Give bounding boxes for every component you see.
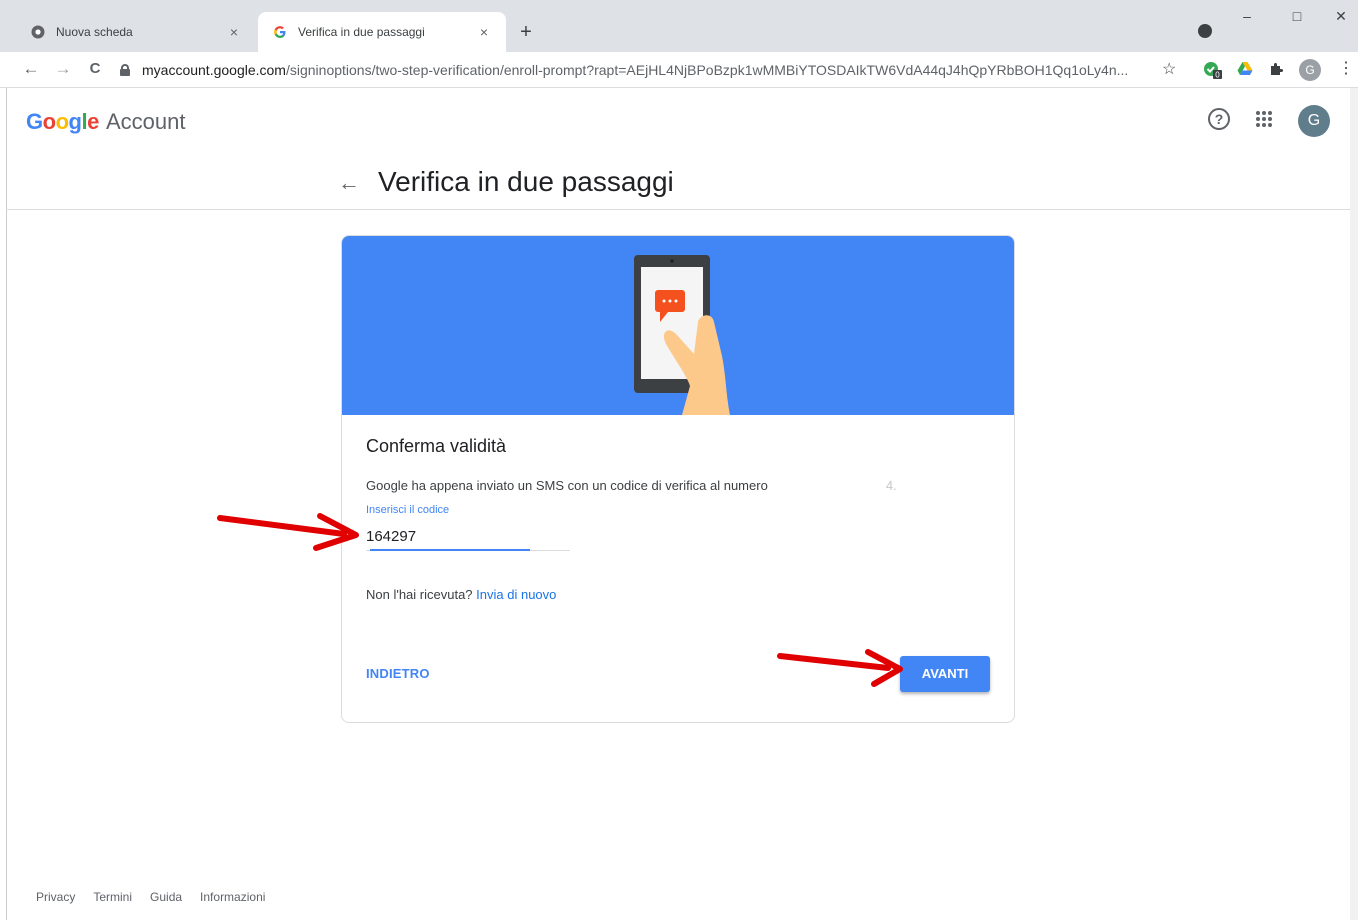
forward-nav-button[interactable]: → <box>52 59 74 79</box>
logo-letter: o <box>42 109 56 134</box>
new-tab-button[interactable]: + <box>514 20 538 44</box>
browser-chrome: Nuova scheda × Verifica in due passaggi … <box>0 0 1358 88</box>
logo-letter: o <box>55 109 69 134</box>
back-button[interactable]: INDIETRO <box>366 666 430 681</box>
logo-letter: e <box>87 109 99 134</box>
google-account-header: Google Account ? G <box>6 88 1350 152</box>
verification-code-input[interactable] <box>366 523 570 549</box>
tab-close-icon[interactable]: × <box>226 24 242 40</box>
footer: Privacy Termini Guida Informazioni <box>36 890 265 904</box>
url-path: /signinoptions/two-step-verification/enr… <box>285 62 1129 78</box>
help-icon[interactable]: ? <box>1208 108 1230 130</box>
resend-prefix: Non l'hai ricevuta? <box>366 587 473 602</box>
address-bar[interactable]: myaccount.google.com /signinoptions/two-… <box>120 56 1192 84</box>
description-tail: 4. <box>885 478 897 493</box>
description-text: Google ha appena inviato un SMS con un c… <box>366 478 768 493</box>
next-button[interactable]: AVANTI <box>900 656 990 692</box>
footer-link-info[interactable]: Informazioni <box>200 890 265 904</box>
code-field-label: Inserisci il codice <box>366 504 450 516</box>
extension-shield-icon[interactable]: 0 <box>1203 61 1222 80</box>
card-body: Conferma validità Google ha appena invia… <box>366 436 986 602</box>
tab-new-tab[interactable]: Nuova scheda × <box>16 12 256 52</box>
tab-strip: Nuova scheda × Verifica in due passaggi … <box>0 0 1358 52</box>
page-content: Google Account ? G ← Verifica in due pas… <box>6 88 1350 920</box>
verification-card: Conferma validità Google ha appena invia… <box>341 235 1015 723</box>
card-title: Conferma validità <box>366 436 507 456</box>
page-header: ← Verifica in due passaggi <box>6 152 1350 210</box>
resend-link[interactable]: Invia di nuovo <box>476 587 556 602</box>
redacted-phone-number <box>776 481 886 493</box>
close-window-button[interactable]: ✕ <box>1326 8 1356 25</box>
lock-icon <box>120 64 130 76</box>
back-arrow-icon[interactable]: ← <box>338 170 360 196</box>
extension-badge: 0 <box>1215 71 1220 80</box>
tab-title: Verifica in due passaggi <box>298 25 425 39</box>
account-avatar[interactable]: G <box>1298 105 1330 137</box>
browser-toolbar: ← → C myaccount.google.com /signinoption… <box>0 52 1358 88</box>
tab-title: Nuova scheda <box>56 25 133 39</box>
bookmark-star-icon[interactable]: ☆ <box>1162 59 1176 79</box>
account-label: Account <box>106 109 186 134</box>
media-icon[interactable] <box>1198 24 1212 38</box>
profile-avatar[interactable]: G <box>1299 59 1321 81</box>
extensions-puzzle-icon[interactable] <box>1269 61 1287 79</box>
footer-link-terms[interactable]: Termini <box>93 890 132 904</box>
logo-letter: g <box>68 109 82 134</box>
apps-grid-icon[interactable] <box>1256 111 1272 127</box>
url-host: myaccount.google.com <box>142 62 286 78</box>
footer-link-privacy[interactable]: Privacy <box>36 890 75 904</box>
google-logo[interactable]: Google <box>26 109 99 135</box>
sms-description: Google ha appena inviato un SMS con un c… <box>366 478 897 493</box>
maximize-button[interactable]: □ <box>1282 8 1312 24</box>
resend-row: Non l'hai ricevuta? Invia di nuovo <box>366 587 556 602</box>
tab-two-step-verification[interactable]: Verifica in due passaggi × <box>258 12 506 52</box>
page-title: Verifica in due passaggi <box>378 166 674 197</box>
input-focus-underline <box>370 549 530 551</box>
footer-link-help[interactable]: Guida <box>150 890 182 904</box>
browser-menu-icon[interactable]: ⋮ <box>1338 58 1354 77</box>
google-g-icon <box>272 24 288 40</box>
scrollbar[interactable] <box>1350 88 1358 920</box>
phone-illustration-banner <box>342 236 1014 415</box>
google-drive-icon[interactable] <box>1237 61 1255 79</box>
chrome-icon <box>30 24 46 40</box>
logo-letter: G <box>26 109 43 134</box>
back-nav-button[interactable]: ← <box>20 59 42 79</box>
phone-sms-illustration <box>634 255 730 415</box>
tab-close-icon[interactable]: × <box>476 24 492 40</box>
minimize-button[interactable]: – <box>1232 8 1262 24</box>
reload-button[interactable]: C <box>84 59 106 79</box>
